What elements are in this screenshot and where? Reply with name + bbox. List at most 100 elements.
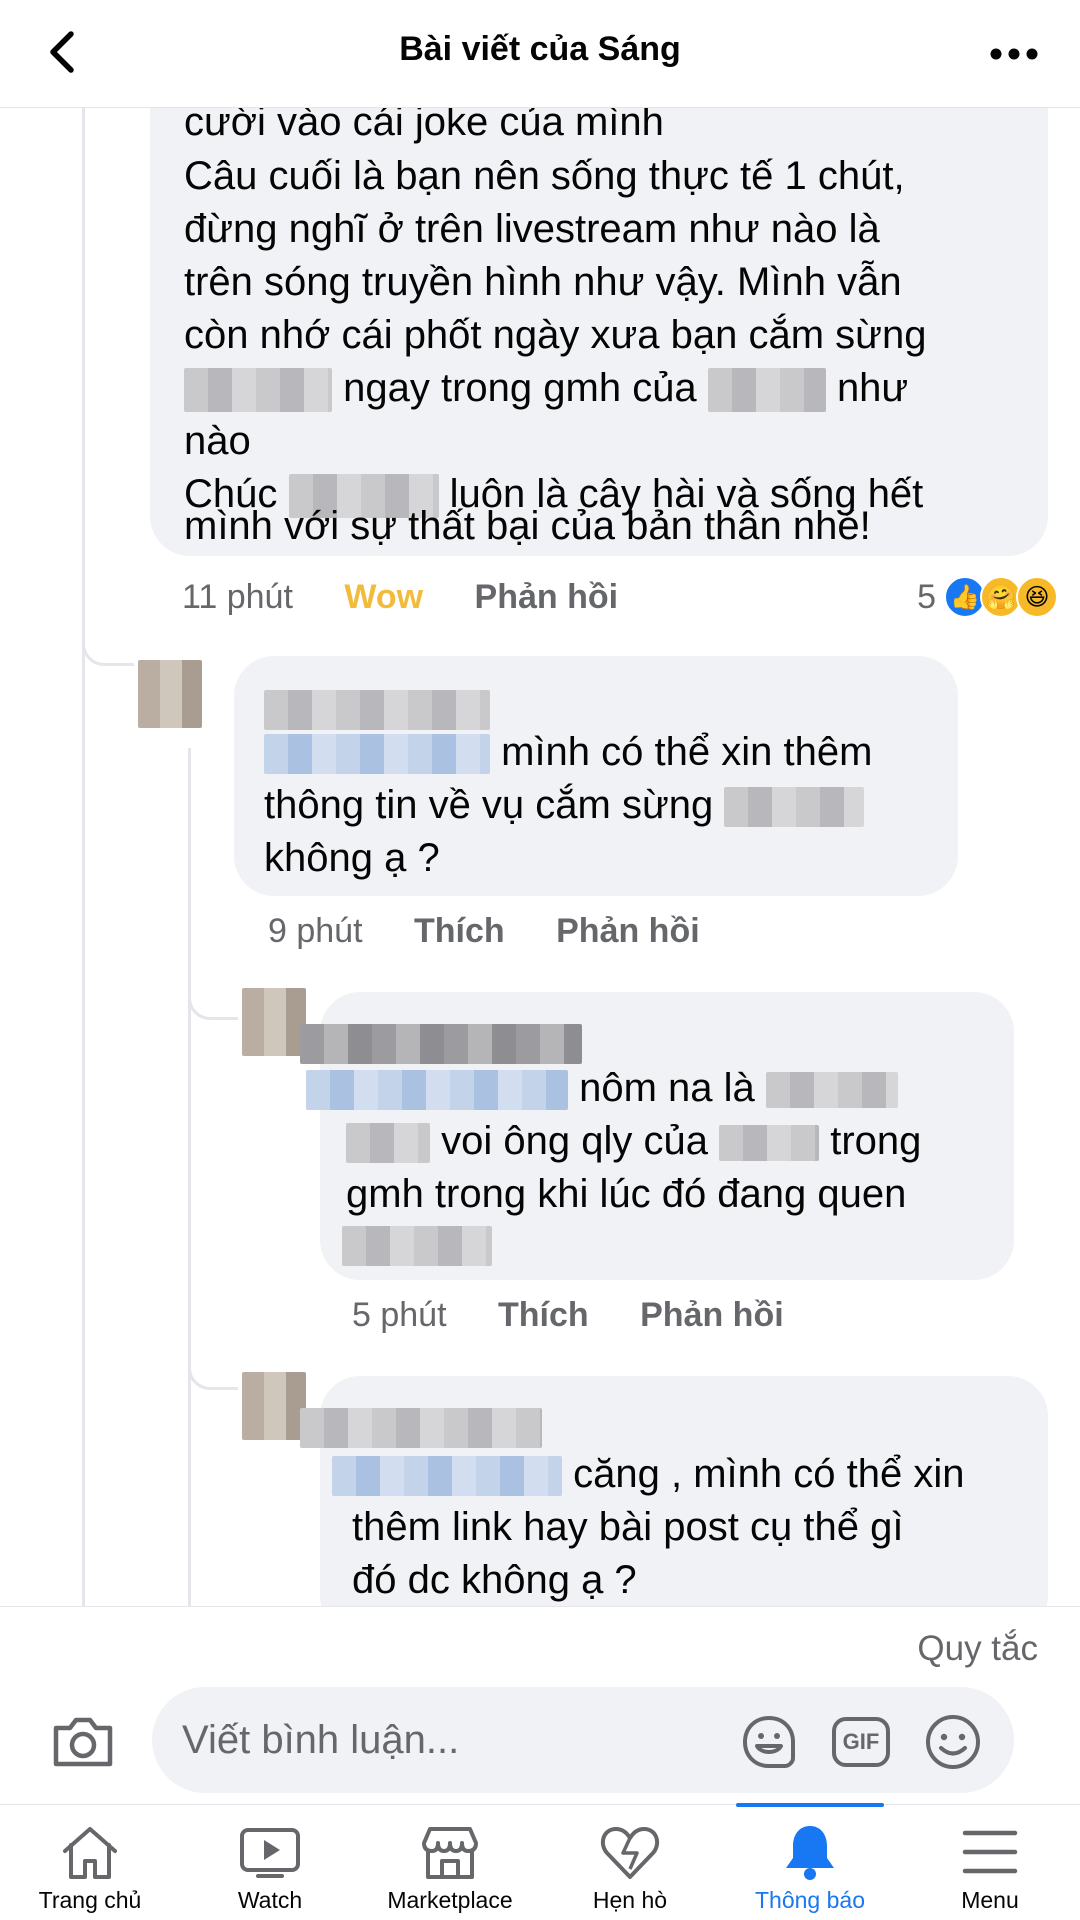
- redacted-name: [184, 368, 332, 413]
- tab-label: Thông báo: [755, 1887, 865, 1913]
- commenter-name[interactable]: [300, 1400, 542, 1453]
- comment-text-segment: ngay trong gmh của: [343, 366, 697, 410]
- comment-bubble: cười vào cái joke của mình Câu cuối là b…: [150, 108, 1048, 556]
- like-button[interactable]: Thích: [414, 912, 505, 951]
- comment-actions: 11 phút Wow Phản hồi: [182, 578, 660, 617]
- tab-label: Marketplace: [387, 1887, 513, 1913]
- comment-text-segment: mình có thể xin thêm: [501, 730, 873, 774]
- dating-heart-icon: [595, 1821, 665, 1883]
- home-icon: [55, 1821, 125, 1883]
- comment-text-line: nào: [184, 419, 251, 463]
- page-title: Bài viết của Sáng: [399, 30, 681, 68]
- like-button[interactable]: Thích: [498, 1296, 589, 1335]
- redacted-name: [765, 1072, 898, 1109]
- comment-text-line: ngay trong gmh của như: [184, 362, 908, 415]
- reply-button[interactable]: Phản hồi: [475, 578, 619, 617]
- hamburger-icon: [955, 1821, 1025, 1883]
- thread-branch: [188, 1358, 238, 1390]
- tab-watch[interactable]: Watch: [180, 1805, 360, 1920]
- comment-text-segment: nôm na là: [579, 1066, 755, 1110]
- tab-dating[interactable]: Hẹn hò: [540, 1805, 720, 1920]
- comment-text-segment: thông tin về vụ cắm sừng: [264, 783, 714, 827]
- comment-text-line: đừng nghĩ ở trên livestream như nào là: [184, 207, 880, 251]
- reply-bubble: nôm na là voi ông qly của trong gmh tron…: [300, 992, 1014, 1280]
- redacted-name: [264, 690, 490, 731]
- scroll-clip: [150, 108, 1048, 134]
- more-dots-icon: [990, 48, 1038, 60]
- comment-text-line: đó dc không ạ ?: [352, 1558, 637, 1602]
- camera-button[interactable]: [48, 1707, 118, 1777]
- comment-text-line: Câu cuối là bạn nên sống thực tế 1 chút,: [184, 154, 905, 198]
- comment-text-segment: voi ông qly của: [441, 1119, 708, 1163]
- bottom-tab-bar: Trang chủ Watch Marketplace Hẹn hò Thông…: [0, 1803, 1080, 1920]
- comment-text-segment: như: [836, 366, 909, 410]
- thread-line: [82, 648, 85, 1606]
- thread-line: [82, 108, 85, 648]
- comment-text-segment: căng , mình có thể xin: [573, 1452, 965, 1496]
- comment-text-line: mình có thể xin thêm: [264, 726, 872, 779]
- sticker-icon: [742, 1715, 795, 1768]
- comment-text-line: [342, 1218, 492, 1271]
- reaction-button[interactable]: Wow: [344, 578, 423, 617]
- redacted-name: [300, 1024, 582, 1065]
- comment-text-line: mình với sự thất bại của bản thân nhé!: [184, 504, 871, 548]
- more-options-button[interactable]: [984, 30, 1044, 78]
- comment-time: 9 phút: [268, 912, 363, 950]
- tab-label: Hẹn hò: [592, 1887, 668, 1913]
- bell-icon: [775, 1821, 845, 1883]
- sticker-button[interactable]: [738, 1711, 800, 1773]
- comment-time: 11 phút: [182, 578, 293, 616]
- thread-line: [188, 748, 191, 1606]
- tab-label: Menu: [961, 1887, 1019, 1913]
- camera-icon: [53, 1717, 113, 1767]
- reaction-count: 5: [917, 577, 936, 616]
- rules-link[interactable]: Quy tắc: [917, 1629, 1038, 1669]
- haha-reaction-icon: 😆: [1016, 576, 1058, 618]
- reply-bubble: căng , mình có thể xin thêm link hay bài…: [300, 1376, 1048, 1606]
- comment-text-segment: trong: [830, 1119, 922, 1163]
- redacted-name: [724, 787, 865, 828]
- tab-menu[interactable]: Menu: [900, 1805, 1080, 1920]
- reaction-summary[interactable]: 5 👍 🤗 😆: [917, 576, 1058, 618]
- comment-actions: 9 phút Thích Phản hồi: [268, 912, 742, 951]
- comment-time: 5 phút: [352, 1296, 447, 1334]
- comment-text-line: căng , mình có thể xin: [332, 1448, 964, 1501]
- comment-text-line: thêm link hay bài post cụ thể gì: [352, 1505, 904, 1549]
- gif-label: GIF: [842, 1729, 880, 1754]
- redacted-name: [719, 1125, 820, 1162]
- emoji-button[interactable]: [922, 1711, 984, 1773]
- comment-text-line: nôm na là: [306, 1062, 898, 1115]
- emoji-icon: [926, 1715, 980, 1769]
- comment-text-line: trên sóng truyền hình như vậy. Mình vẫn: [184, 260, 902, 304]
- comment-text-line: thông tin về vụ cắm sừng: [264, 779, 865, 832]
- avatar[interactable]: [138, 660, 202, 728]
- comment-text-line: voi ông qly của trong: [346, 1115, 921, 1168]
- watch-icon: [235, 1821, 305, 1883]
- reply-bubble: mình có thể xin thêm thông tin về vụ cắm…: [234, 656, 958, 896]
- avatar[interactable]: [242, 1372, 306, 1440]
- thread-branch: [82, 638, 134, 666]
- comment-thread: cười vào cái joke của mình Câu cuối là b…: [0, 108, 1080, 1606]
- marketplace-icon: [415, 1821, 485, 1883]
- thread-branch: [188, 988, 238, 1020]
- tab-notifications[interactable]: Thông báo: [720, 1803, 900, 1920]
- tab-label: Trang chủ: [38, 1887, 142, 1913]
- tab-marketplace[interactable]: Marketplace: [360, 1805, 540, 1920]
- comment-composer: Quy tắc GIF: [0, 1606, 1080, 1804]
- redacted-mention[interactable]: [332, 1456, 562, 1497]
- reply-button[interactable]: Phản hồi: [556, 912, 700, 951]
- comment-text-line-wrap: mình với sự thất bại của bản thân nhé!: [150, 504, 1048, 556]
- redacted-mention[interactable]: [306, 1070, 568, 1111]
- avatar[interactable]: [242, 988, 306, 1056]
- gif-button[interactable]: GIF: [830, 1711, 892, 1773]
- comment-text-line: không ạ ?: [264, 836, 440, 880]
- comment-text-line: còn nhớ cái phốt ngày xưa bạn cắm sừng: [184, 313, 927, 357]
- tab-home[interactable]: Trang chủ: [0, 1805, 180, 1920]
- comment-actions: 5 phút Thích Phản hồi: [352, 1296, 826, 1335]
- top-bar: Bài viết của Sáng: [0, 0, 1080, 108]
- redacted-name: [342, 1226, 492, 1267]
- tab-label: Watch: [237, 1887, 303, 1913]
- reply-button[interactable]: Phản hồi: [640, 1296, 784, 1335]
- redacted-mention[interactable]: [264, 734, 490, 775]
- redacted-name: [707, 368, 826, 413]
